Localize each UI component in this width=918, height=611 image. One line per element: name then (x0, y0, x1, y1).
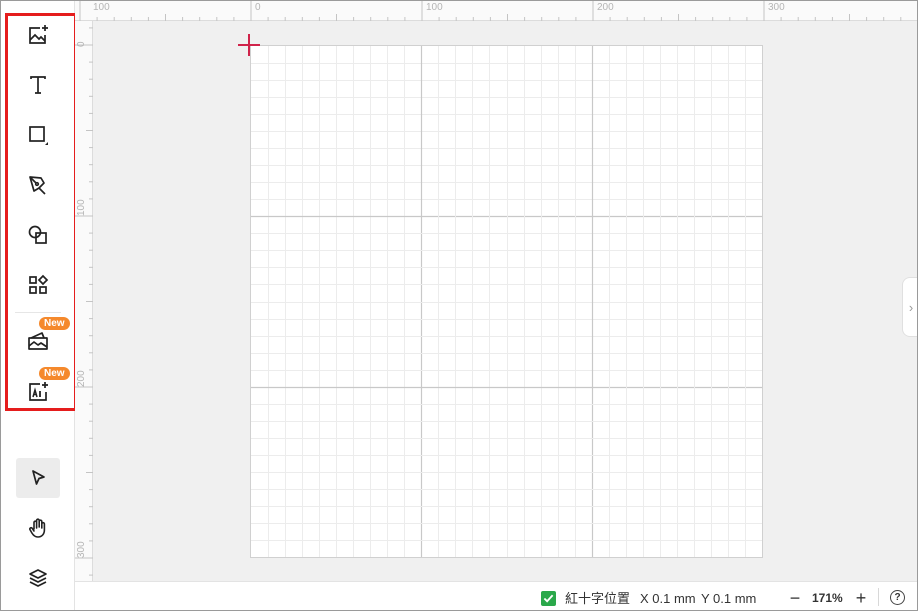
hand-pan-icon (29, 518, 46, 538)
pen-nib-icon (29, 176, 46, 195)
y-coordinate-readout: Y 0.1 mm (701, 591, 757, 606)
ruler-label: 100 (93, 2, 110, 13)
work-area-grid (251, 46, 762, 557)
hand-tool-button[interactable] (16, 508, 60, 548)
pen-tool-button[interactable] (16, 165, 60, 205)
shapes-icon (28, 225, 47, 244)
crosshair-checkbox[interactable] (541, 591, 556, 606)
ruler-label: 0 (76, 41, 87, 47)
toolbar-divider (15, 312, 61, 313)
text-tool-button[interactable] (16, 65, 60, 105)
work-area[interactable] (250, 45, 763, 558)
crosshair-position-label: 紅十字位置 (565, 591, 631, 606)
ruler-label: 200 (597, 2, 614, 13)
image-tool-button[interactable] (16, 15, 60, 55)
zoom-in-button[interactable]: + (851, 588, 871, 608)
top-ruler-ticks (79, 1, 902, 21)
app-window: New New 100 0 100 200 300 0 100 200 300 … (0, 0, 918, 611)
question-icon: ? (894, 592, 901, 603)
canvas-area[interactable] (93, 21, 917, 581)
select-tool-button[interactable] (16, 458, 60, 498)
chevron-right-icon: › (908, 299, 914, 315)
text-T-icon (30, 76, 46, 94)
ai-image-icon (29, 382, 48, 401)
help-button[interactable]: ? (890, 590, 905, 605)
layers-tool-button[interactable] (16, 558, 60, 598)
left-toolbar: New New (1, 1, 77, 610)
zoom-level[interactable]: 171% (812, 591, 843, 606)
check-icon (543, 594, 554, 603)
left-ruler-ticks (75, 27, 93, 576)
zoom-out-button[interactable]: − (785, 588, 805, 608)
status-divider (878, 588, 879, 606)
rectangle-tool-button[interactable] (16, 115, 60, 155)
panel-expand-handle[interactable]: › (902, 277, 917, 337)
left-ruler: 0 100 200 300 (75, 21, 93, 581)
plus-icon: + (855, 587, 867, 608)
new-badge: New (39, 367, 70, 380)
origin-crosshair-icon (238, 34, 260, 56)
top-ruler: 100 0 100 200 300 (75, 1, 917, 21)
shapes-tool-button[interactable] (16, 215, 60, 255)
cursor-arrow-icon (32, 470, 45, 485)
ruler-label: 300 (76, 541, 87, 558)
ruler-label: 200 (76, 370, 87, 387)
ruler-label: 100 (426, 2, 443, 13)
layers-icon (29, 569, 47, 587)
ruler-label: 300 (768, 2, 785, 13)
ruler-label: 0 (255, 2, 261, 13)
elements-grid-icon (29, 274, 49, 294)
minus-icon: − (789, 587, 801, 608)
folder-image-icon (28, 332, 48, 350)
rectangle-icon (29, 126, 48, 145)
new-badge: New (39, 317, 70, 330)
x-coordinate-readout: X 0.1 mm (640, 591, 696, 606)
image-add-icon (29, 25, 48, 44)
elements-tool-button[interactable] (16, 265, 60, 305)
status-bar: 紅十字位置 X 0.1 mm Y 0.1 mm − 171% + ? (75, 581, 917, 610)
ruler-label: 100 (76, 199, 87, 216)
